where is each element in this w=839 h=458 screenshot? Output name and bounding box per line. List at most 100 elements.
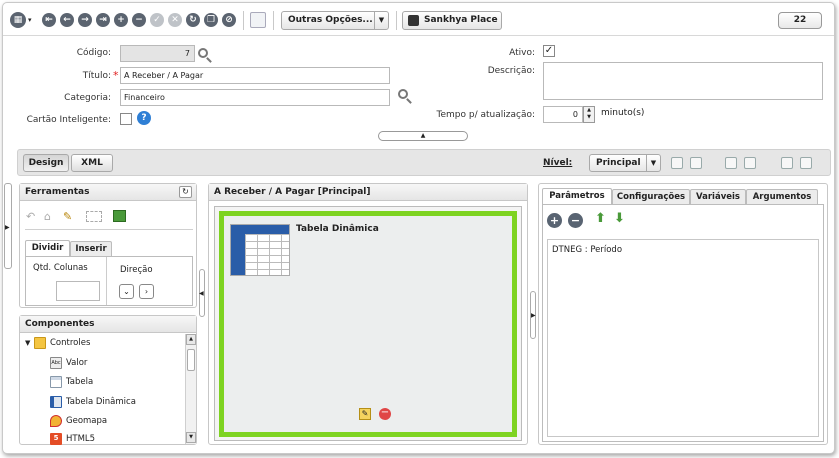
- help-icon[interactable]: ?: [137, 111, 151, 125]
- move-down-icon[interactable]: ⬇: [614, 211, 625, 226]
- next-record-icon[interactable]: →: [78, 13, 92, 27]
- center-title: A Receber / A Pagar [Principal]: [209, 184, 527, 201]
- tab-parametros[interactable]: Parâmetros: [542, 188, 612, 204]
- select-icon[interactable]: [86, 211, 102, 222]
- undo-icon[interactable]: ↶: [26, 210, 35, 223]
- refresh-icon[interactable]: ↻: [179, 186, 192, 198]
- search-icon[interactable]: [198, 48, 208, 58]
- pivot-table-icon: [50, 396, 62, 408]
- tree-item-valor[interactable]: Abc Valor: [50, 356, 180, 370]
- tab-inserir[interactable]: Inserir: [70, 241, 112, 256]
- add-record-icon[interactable]: +: [114, 13, 128, 27]
- nivel-label: Nível:: [543, 158, 573, 168]
- place-label: Sankhya Place: [424, 15, 498, 25]
- remove-param-icon[interactable]: −: [568, 213, 583, 228]
- divider: [106, 257, 107, 305]
- search-icon[interactable]: [398, 89, 408, 99]
- grid-menu-icon[interactable]: ▦: [10, 12, 26, 28]
- left-splitter[interactable]: ▶: [4, 183, 12, 269]
- preview-icon[interactable]: [800, 157, 812, 169]
- descricao-label: Descrição:: [487, 66, 535, 76]
- expand-icon: ▶: [5, 224, 10, 231]
- copy-level-icon[interactable]: [725, 157, 737, 169]
- scroll-down-icon[interactable]: ▼: [186, 432, 196, 443]
- scrollbar[interactable]: ▲ ▼: [185, 334, 196, 444]
- last-record-icon[interactable]: ⇥: [96, 13, 110, 27]
- pivot-table-preview-icon: [230, 224, 290, 276]
- table-icon: [50, 376, 62, 388]
- scroll-thumb[interactable]: [187, 349, 195, 371]
- cancel-icon[interactable]: ✕: [168, 13, 182, 27]
- scroll-up-icon[interactable]: ▲: [186, 334, 196, 345]
- paste-level-icon[interactable]: [744, 157, 756, 169]
- collapse-form-button[interactable]: ▲: [378, 131, 468, 141]
- xml-tab[interactable]: XML: [71, 154, 113, 172]
- codigo-field[interactable]: 7: [120, 45, 195, 62]
- previous-record-icon[interactable]: ←: [60, 13, 74, 27]
- codigo-label: Código:: [76, 48, 111, 58]
- qtd-colunas-field[interactable]: [56, 281, 100, 301]
- pivot-rowheader: [231, 225, 245, 275]
- direction-vertical-icon[interactable]: ⌄: [119, 284, 134, 299]
- componentes-title: Componentes: [20, 316, 196, 333]
- lock-icon[interactable]: ⌂: [44, 210, 51, 223]
- tab-variaveis[interactable]: Variáveis: [690, 189, 746, 204]
- ferramentas-panel: Ferramentas ↻ ↶ ⌂ ✎ Dividir Inserir Qtd.…: [19, 183, 197, 308]
- tree-item-label: Controles: [50, 338, 91, 348]
- categoria-label: Categoria:: [64, 93, 111, 103]
- grid-green-icon[interactable]: [113, 210, 126, 222]
- brush-icon[interactable]: ✎: [63, 210, 72, 223]
- canvas: Tabela Dinâmica ✎ −: [214, 206, 522, 441]
- component-container[interactable]: Tabela Dinâmica ✎ −: [219, 211, 517, 437]
- tree-item-tabela-dinamica[interactable]: Tabela Dinâmica: [50, 395, 180, 409]
- remove-icon[interactable]: −: [379, 408, 391, 420]
- stepper-icon[interactable]: ▲ ▼: [583, 106, 595, 123]
- tree-item-controles[interactable]: ▼ Controles: [25, 336, 175, 350]
- confirm-icon[interactable]: ✓: [150, 13, 164, 27]
- titulo-label: Título:: [82, 71, 111, 81]
- tempo-field[interactable]: 0: [543, 106, 583, 123]
- design-bar: Design XML Nível: Principal ▼: [17, 149, 831, 176]
- param-list: DTNEG : Período: [547, 239, 819, 437]
- list-item[interactable]: DTNEG : Período: [552, 245, 622, 255]
- descricao-field[interactable]: [543, 62, 823, 100]
- nivel-dropdown[interactable]: Principal ▼: [589, 154, 661, 172]
- edit-icon[interactable]: ✎: [359, 408, 371, 420]
- tree-item-label: Geomapa: [66, 416, 108, 426]
- splitter-right[interactable]: ▶: [530, 291, 536, 339]
- tab-configuracoes[interactable]: Configurações: [612, 189, 690, 204]
- first-record-icon[interactable]: ⇤: [42, 13, 56, 27]
- design-tab[interactable]: Design: [23, 154, 69, 172]
- required-asterisk: *: [113, 69, 119, 82]
- direction-horizontal-icon[interactable]: ›: [139, 284, 154, 299]
- ativo-label: Ativo:: [509, 48, 535, 58]
- categoria-field[interactable]: Financeiro: [120, 89, 390, 106]
- dropdown-caret-icon[interactable]: ▾: [28, 16, 32, 24]
- toolbar-separator: [243, 11, 244, 30]
- remove-level-icon[interactable]: [690, 157, 702, 169]
- tree-item-html5[interactable]: 5 HTML5: [50, 432, 180, 446]
- toolbar-separator: [273, 11, 274, 30]
- titulo-field[interactable]: A Receber / A Pagar: [120, 67, 390, 84]
- splitter-left[interactable]: ◀: [199, 269, 205, 317]
- refresh-icon[interactable]: ↻: [186, 13, 200, 27]
- add-param-icon[interactable]: +: [547, 213, 562, 228]
- cartao-checkbox[interactable]: [120, 113, 132, 125]
- tab-dividir[interactable]: Dividir: [25, 240, 70, 256]
- tab-argumentos[interactable]: Argumentos: [746, 189, 818, 204]
- grid-view-icon[interactable]: [250, 12, 266, 28]
- remove-record-icon[interactable]: −: [132, 13, 146, 27]
- sankhya-place-button[interactable]: Sankhya Place: [402, 11, 502, 30]
- ativo-checkbox[interactable]: ✓: [543, 45, 555, 57]
- attach-icon[interactable]: ⊘: [222, 13, 236, 27]
- more-options-dropdown[interactable]: Outras Opções... ▼: [281, 11, 389, 30]
- collapse-right-icon: ▶: [531, 312, 536, 319]
- tree-item-tabela[interactable]: Tabela: [50, 375, 180, 389]
- copy-icon[interactable]: ❐: [204, 13, 218, 27]
- tree-item-label: HTML5: [66, 434, 96, 444]
- tree-item-geomapa[interactable]: Geomapa: [50, 414, 180, 428]
- tree-view-icon[interactable]: [781, 157, 793, 169]
- add-level-icon[interactable]: [671, 157, 683, 169]
- move-up-icon[interactable]: ⬆: [595, 211, 606, 226]
- right-panel: Parâmetros Configurações Variáveis Argum…: [538, 183, 828, 445]
